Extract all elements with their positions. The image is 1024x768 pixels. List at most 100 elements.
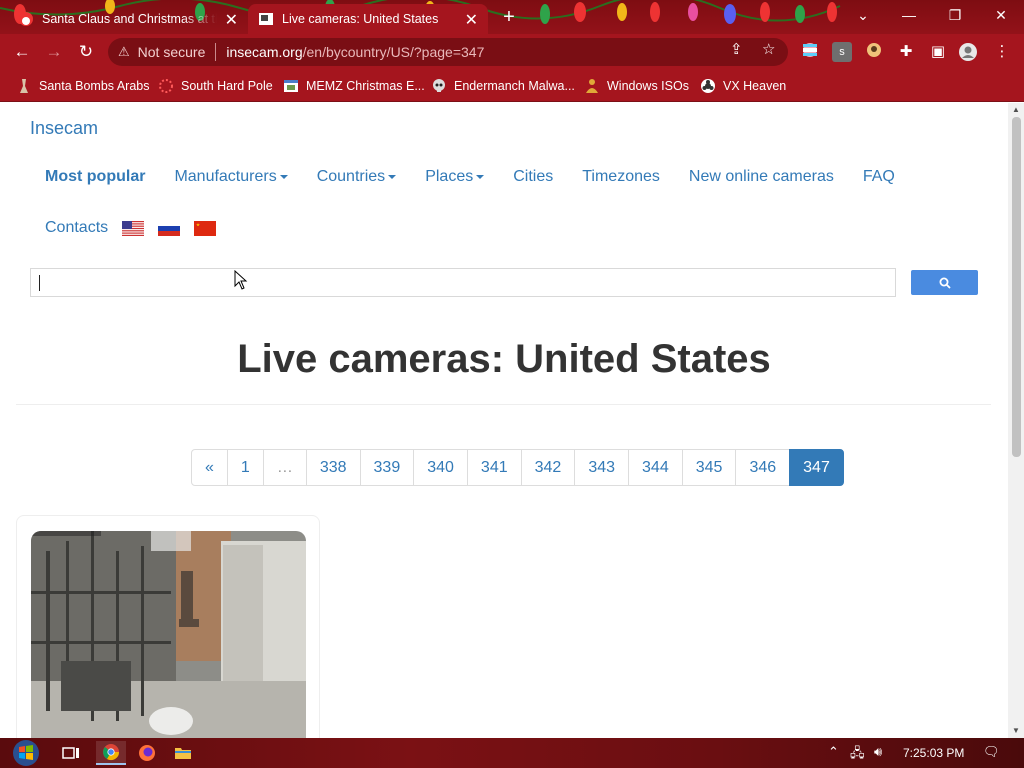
nav-new-online-cameras[interactable]: New online cameras [689,168,834,188]
search-button[interactable] [911,270,978,295]
insecam-favicon-icon [259,13,273,25]
volume-icon[interactable]: 🔊︎ [874,744,882,760]
tab-santa-claus[interactable]: Santa Claus and Christmas at the ✕ [8,4,248,34]
search-icon [939,277,951,289]
nav-most-popular[interactable]: Most popular [45,168,145,188]
bookmark-south-hard-pole[interactable]: South Hard Pole [158,77,273,95]
pagination-current-page[interactable]: 347 [789,449,844,486]
share-icon[interactable]: ⇪ [730,40,743,58]
bookmark-santa-bombs-arabs[interactable]: Santa Bombs Arabs [16,77,149,95]
bookmark-label: Endermanch Malwa... [454,79,575,93]
nav-timezones[interactable]: Timezones [582,168,660,188]
tab-search-chevron-icon[interactable]: ⌄ [840,0,886,30]
restore-icon[interactable]: ❐ [932,0,978,30]
bookmark-label: South Hard Pole [181,79,273,93]
address-bar[interactable]: ⚠ Not secure insecam.org/en/bycountry/US… [108,38,788,66]
bookmarks-bar: Santa Bombs Arabs South Hard Pole MEMZ C… [0,70,1024,102]
back-arrow-icon[interactable]: ← [10,41,34,63]
nav-cities[interactable]: Cities [513,168,553,188]
firefox-taskbar-icon[interactable] [132,741,162,765]
nav-contacts[interactable]: Contacts [45,219,108,237]
text-cursor [39,275,40,291]
flag-extension-icon[interactable] [800,42,820,62]
bookmark-biohazard-icon [700,78,716,94]
pagination-page[interactable]: 339 [359,449,415,486]
windows-taskbar: ⌃ 🖧 🔊︎ 7:25:03 PM 🗨︎ [0,738,1024,768]
bookmark-skull-icon [431,78,447,94]
menu-kebab-icon[interactable]: ⋮ [992,42,1012,62]
show-hidden-icons-icon[interactable]: ⌃ [828,744,839,760]
reload-icon[interactable]: ↻ [74,41,98,63]
search-input[interactable] [30,268,896,297]
task-view-icon[interactable] [56,741,86,765]
pagination-page[interactable]: 346 [735,449,791,486]
side-panel-icon[interactable]: ▣ [928,42,948,62]
scroll-down-arrow-icon[interactable]: ▼ [1008,724,1024,738]
forward-arrow-icon[interactable]: → [42,41,66,63]
bookmark-star-icon[interactable]: ☆ [762,40,775,58]
caret-down-icon [279,174,288,179]
mouse-pointer-icon [234,270,248,290]
pagination-prev[interactable]: « [191,449,228,486]
tab-title: Santa Claus and Christmas at the [42,12,217,26]
scrollbar-thumb[interactable] [1012,117,1021,457]
bookmark-vx-heaven[interactable]: VX Heaven [700,77,786,95]
pagination-page[interactable]: 344 [628,449,683,486]
notifications-icon[interactable]: 🗨︎ [983,744,1000,760]
russia-flag-icon[interactable] [158,220,181,236]
extension-badge[interactable]: s [832,42,852,62]
network-icon[interactable]: 🖧 [850,744,865,766]
nav-label: Places [425,168,474,185]
close-window-icon[interactable]: ✕ [978,0,1024,30]
new-tab-icon[interactable]: + [498,6,520,29]
warning-icon[interactable]: ⚠ [118,44,130,60]
avatar-extension-icon[interactable] [864,42,884,62]
start-button[interactable] [8,738,44,768]
page-viewport: Insecam Most popular Manufacturers Count… [0,103,1008,738]
bookmark-endermanch-malware[interactable]: Endermanch Malwa... [431,77,575,95]
pagination-page[interactable]: 342 [520,449,576,486]
caret-down-icon [476,174,485,179]
bookmark-label: Windows ISOs [607,79,689,93]
taskbar-clock[interactable]: 7:25:03 PM [903,746,964,760]
windows-logo-icon [13,740,39,766]
url-host: insecam.org [226,44,303,60]
tab-live-cameras[interactable]: Live cameras: United States ✕ [248,4,488,34]
chrome-taskbar-icon[interactable] [96,741,126,765]
profile-avatar-icon[interactable] [958,42,978,62]
bookmark-label: VX Heaven [723,79,787,93]
pagination-ellipsis: … [262,449,307,486]
us-flag-icon[interactable] [122,220,145,236]
pagination-page[interactable]: 338 [305,449,361,486]
minimize-icon[interactable]: — [886,0,932,30]
pagination-page[interactable]: 343 [574,449,630,486]
nav-manufacturers-dropdown[interactable]: Manufacturers [174,168,288,188]
nav-faq[interactable]: FAQ [863,168,895,188]
bookmark-label: MEMZ Christmas E... [306,79,425,93]
pagination-page[interactable]: 340 [413,449,468,486]
browser-toolbar: ← → ↻ ⚠ Not secure insecam.org/en/bycoun… [0,34,1024,70]
url-text[interactable]: insecam.org/en/bycountry/US/?page=347 [226,44,484,60]
pagination-page[interactable]: 345 [681,449,737,486]
bookmark-windows-isos[interactable]: Windows ISOs [584,77,689,95]
pagination-page[interactable]: 341 [466,449,522,486]
bookmark-memz-christmas[interactable]: MEMZ Christmas E... [283,77,425,95]
bookmark-buddha-icon [584,78,600,94]
pagination: « 1… 338 339 340 341 342 343 344 345 346 347 [191,449,844,486]
file-explorer-icon[interactable] [168,741,198,765]
close-tab-icon[interactable]: ✕ [225,10,238,30]
close-tab-icon[interactable]: ✕ [465,10,478,30]
nav-countries-dropdown[interactable]: Countries [317,168,397,188]
camera-thumbnail-card[interactable] [16,515,320,738]
scroll-up-arrow-icon[interactable]: ▲ [1008,103,1024,117]
nav-places-dropdown[interactable]: Places [425,168,485,188]
page-scrollbar[interactable]: ▲ ▼ [1008,103,1024,738]
security-label[interactable]: Not secure [138,44,206,60]
camera-snapshot-image[interactable] [31,531,306,738]
china-flag-icon[interactable] [194,220,217,236]
site-brand-link[interactable]: Insecam [30,118,98,139]
pagination-page[interactable]: 1 [226,449,264,486]
bookmark-window-icon [283,78,299,94]
extensions-puzzle-icon[interactable]: ✚ [896,42,916,62]
bookmark-figure-icon [16,78,32,94]
